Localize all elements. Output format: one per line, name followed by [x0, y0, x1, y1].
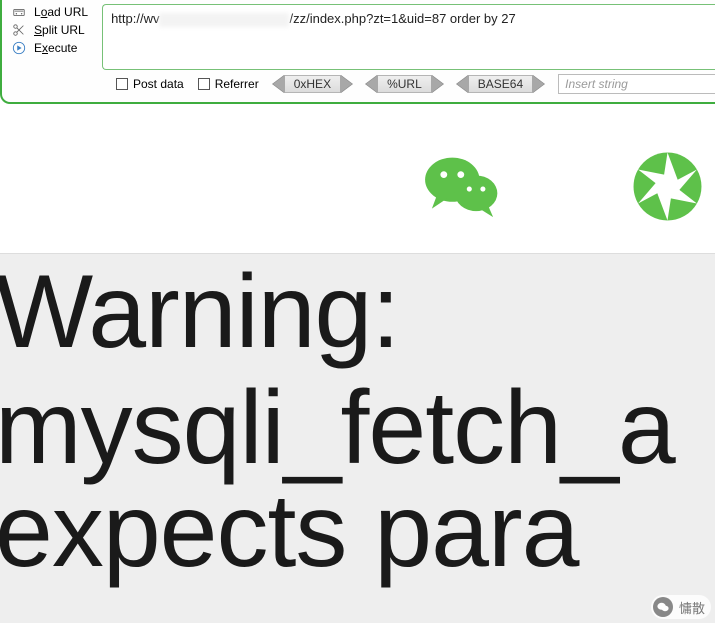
play-icon: [12, 41, 26, 55]
watermark-text: 慵散: [679, 598, 705, 617]
wechat-mini-icon: [653, 597, 673, 617]
watermark: 慵散: [651, 595, 711, 619]
checkbox-box: [198, 78, 210, 90]
hex-label: 0xHEX: [284, 75, 341, 93]
wechat-icon: [420, 144, 505, 229]
referrer-checkbox[interactable]: Referrer: [198, 77, 259, 91]
execute-button[interactable]: Execute: [12, 40, 88, 56]
load-icon: [12, 5, 26, 19]
error-output-panel: Warning: mysqli_fetch_a expects para: [0, 253, 715, 623]
split-url-label: Split URL: [34, 23, 85, 37]
error-line-1: Warning:: [0, 254, 715, 370]
url-prefix: http://wv: [111, 11, 159, 26]
scissors-icon: [12, 23, 26, 37]
execute-label: Execute: [34, 41, 77, 55]
urlenc-button[interactable]: %URL: [366, 75, 443, 93]
base64-button[interactable]: BASE64: [457, 75, 544, 93]
hex-encode-button[interactable]: 0xHEX: [273, 75, 352, 93]
post-data-checkbox[interactable]: Post data: [116, 77, 184, 91]
referrer-label: Referrer: [215, 77, 259, 91]
post-data-label: Post data: [133, 77, 184, 91]
url-suffix: /zz/index.php?zt=1&uid=87 order by 27: [289, 11, 515, 26]
error-line-2: mysqli_fetch_a: [0, 370, 715, 486]
load-url-button[interactable]: Load URL: [12, 4, 88, 20]
b64-label: BASE64: [468, 75, 533, 93]
insert-string-input[interactable]: Insert string: [558, 74, 715, 94]
load-url-label: Load URL: [34, 5, 88, 19]
side-actions: Load URL Split URL Execute: [6, 4, 94, 56]
aperture-icon: [625, 144, 710, 229]
rendered-page: Warning: mysqli_fetch_a expects para: [0, 104, 715, 623]
urlenc-label: %URL: [377, 75, 432, 93]
redacted-host: [159, 13, 289, 27]
split-url-button[interactable]: Split URL: [12, 22, 88, 38]
error-line-3: expects para: [0, 473, 715, 589]
checkbox-box: [116, 78, 128, 90]
url-input[interactable]: http://wv/zz/index.php?zt=1&uid=87 order…: [102, 4, 715, 70]
